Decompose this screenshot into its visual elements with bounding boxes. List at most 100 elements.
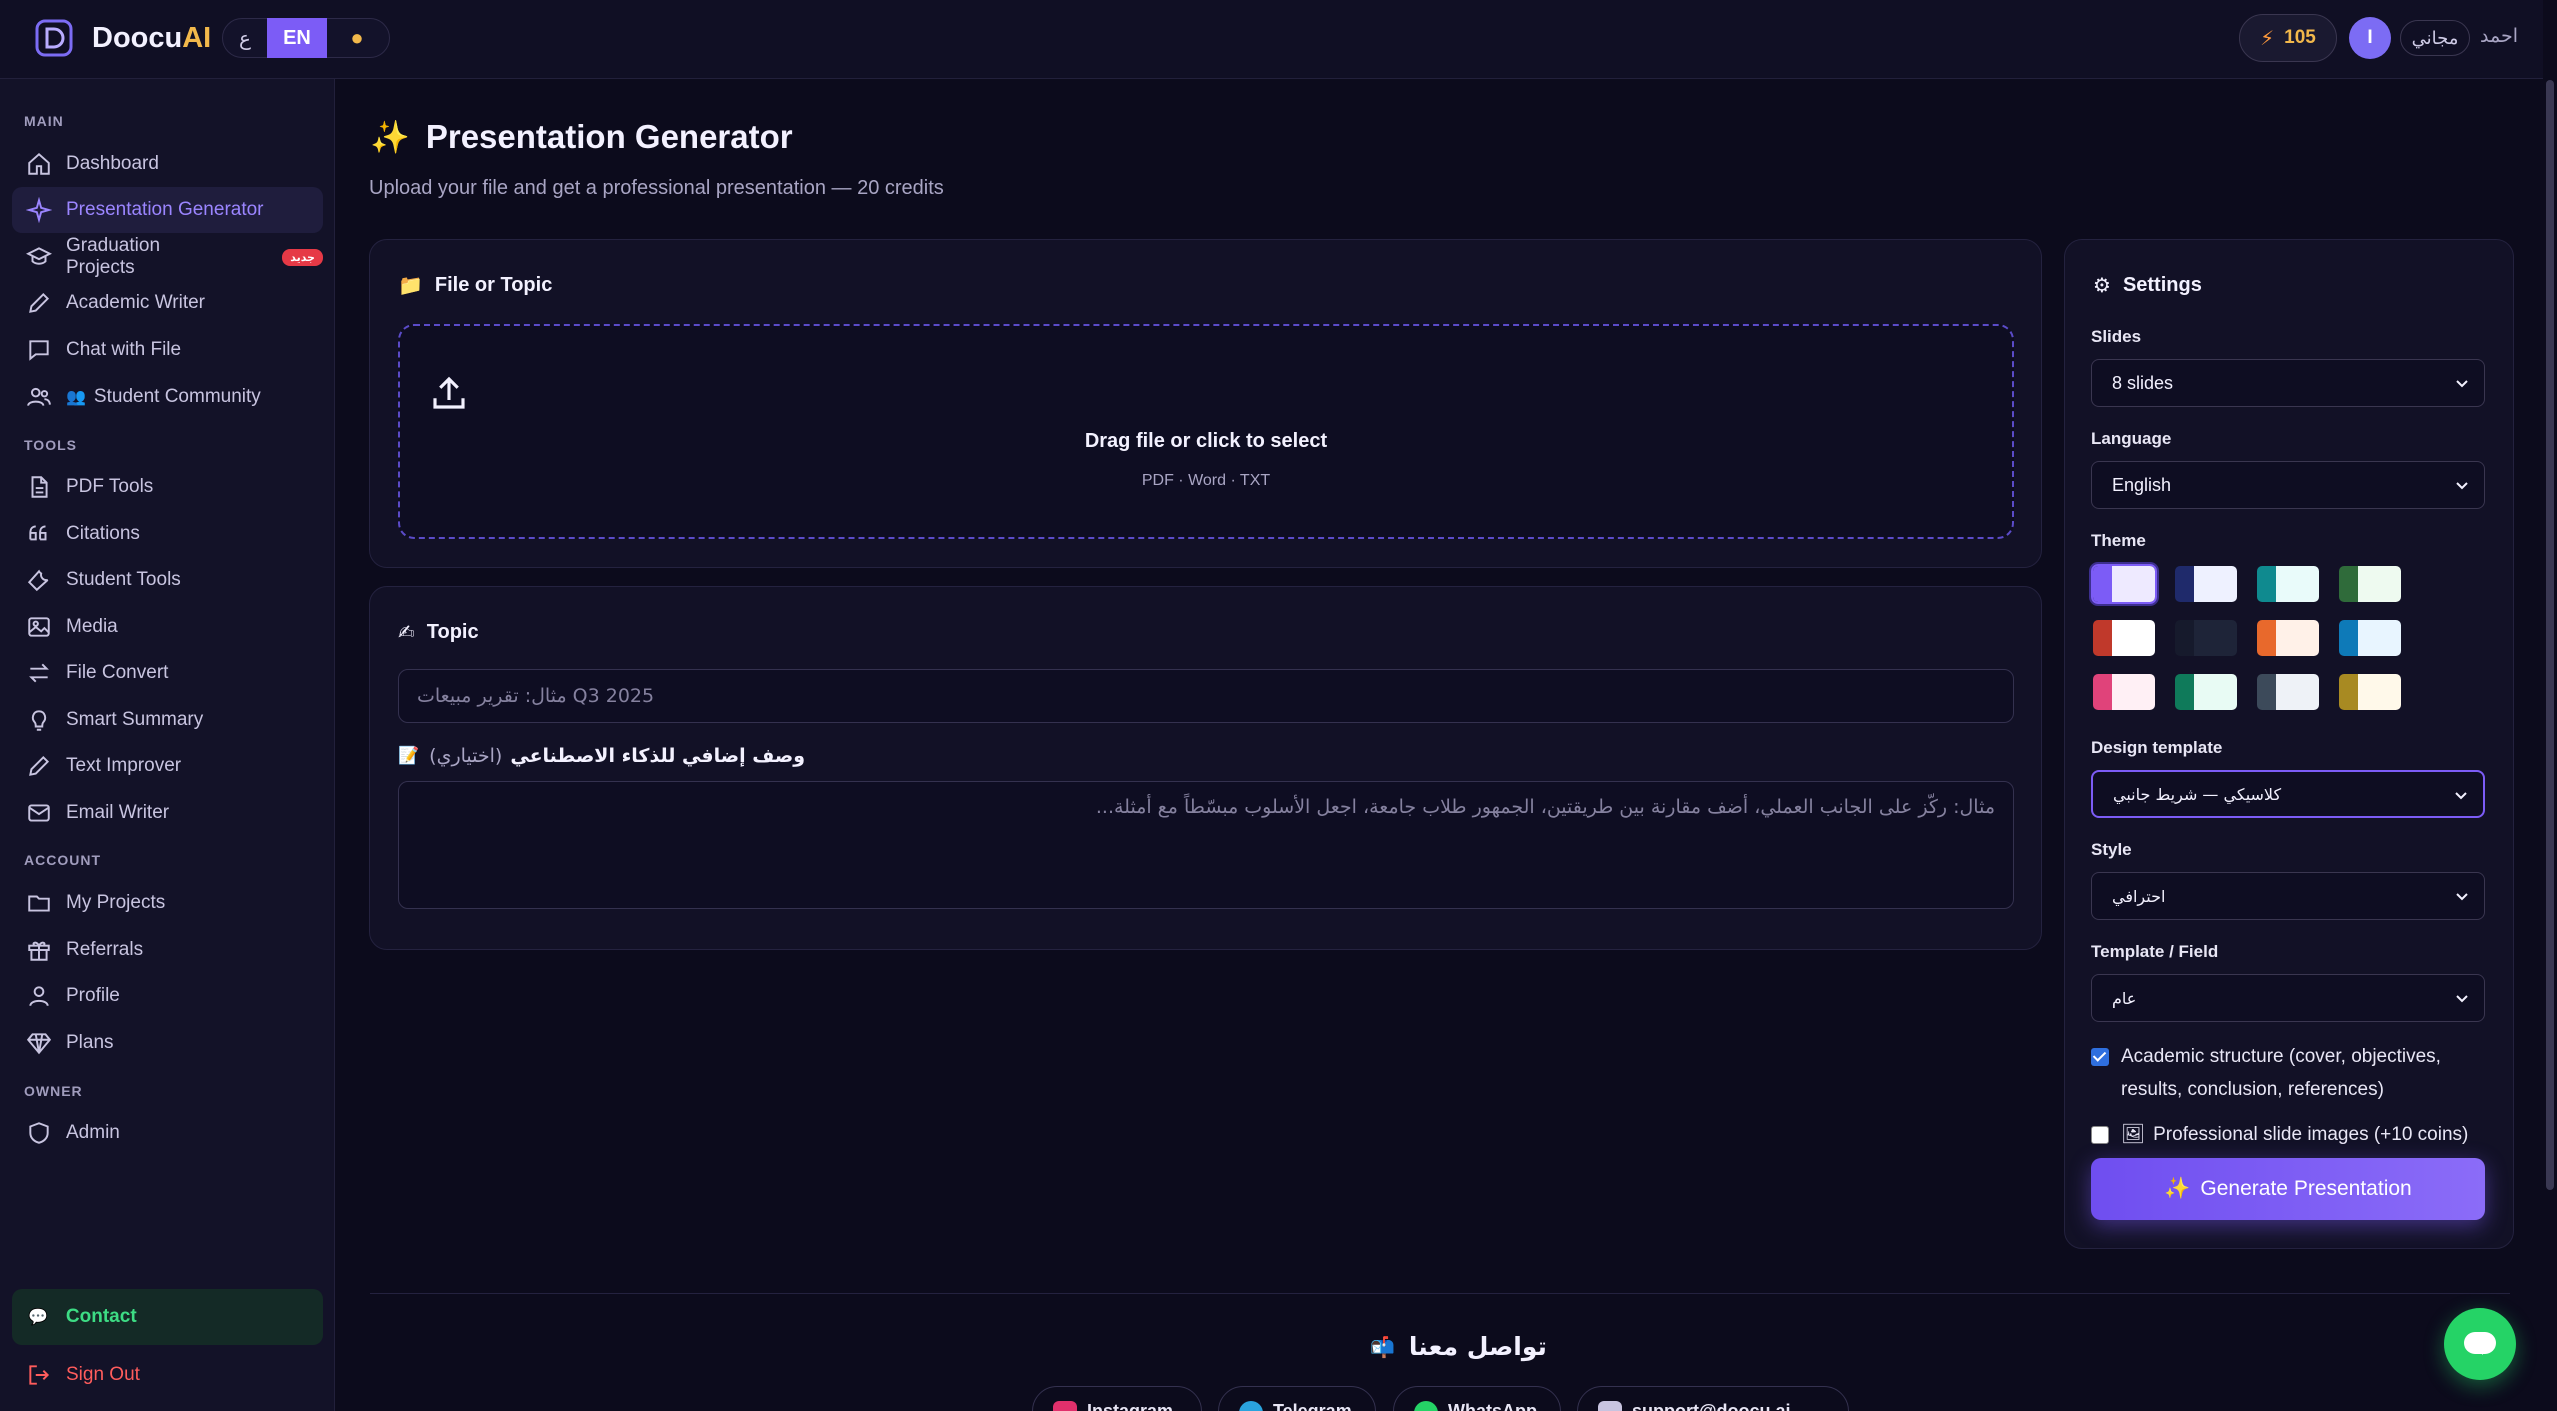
sidebar-section-main: MAIN [24, 113, 64, 129]
sign-out-label: Sign Out [66, 1364, 140, 1385]
academic-structure-option[interactable]: Academic structure (cover, objectives, r… [2091, 1040, 2491, 1106]
theme-swatch[interactable] [2255, 618, 2321, 658]
picture-icon: 🖼 [2121, 1124, 2146, 1145]
theme-swatch[interactable] [2255, 672, 2321, 712]
brand[interactable]: DoocuAI [34, 18, 211, 58]
plan-badge: مجاني [2400, 20, 2470, 56]
sidebar-item-profile[interactable]: Profile [12, 973, 323, 1019]
slides-label: Slides [2091, 327, 2142, 346]
social-email-link[interactable]: support@doocu.ai [1577, 1386, 1849, 1411]
settings-card: ⚙ Settings Slides 8 slides Language Engl… [2064, 239, 2514, 1249]
theme-swatch[interactable] [2091, 564, 2157, 604]
social-telegram-link[interactable]: Telegram [1218, 1386, 1376, 1411]
sidebar-item-label: Chat with File [66, 339, 182, 360]
sidebar-item-label: Academic Writer [66, 292, 206, 313]
language-label: Language [2091, 429, 2172, 448]
sidebar-section-owner: OWNER [24, 1083, 83, 1099]
theme-swatch[interactable] [2173, 618, 2239, 658]
contact-button[interactable]: 💬 Contact [12, 1289, 323, 1345]
slide-images-checkbox[interactable] [2091, 1126, 2109, 1144]
topic-card-title: ✍ Topic [398, 621, 479, 644]
theme-swatch[interactable] [2173, 672, 2239, 712]
social-whatsapp-link[interactable]: WhatsApp [1393, 1386, 1561, 1411]
top-bar: DoocuAI ع EN ● ⚡ 105 I مجاني احمد [0, 0, 2557, 79]
dropzone-file-types: PDF · Word · TXT [1141, 472, 1271, 489]
sidebar-item-smart-summary[interactable]: Smart Summary [12, 697, 323, 743]
sidebar-item-email-writer[interactable]: Email Writer [12, 790, 323, 836]
sidebar-item-label: My Projects [66, 892, 166, 913]
sidebar-item-pdf-tools[interactable]: PDF Tools [12, 464, 323, 510]
sidebar-item-file-convert[interactable]: File Convert [12, 650, 323, 696]
telegram-icon [1239, 1401, 1263, 1411]
generate-presentation-button[interactable]: ✨ Generate Presentation [2091, 1158, 2485, 1220]
template-field-select[interactable]: عام [2091, 974, 2485, 1022]
theme-swatch[interactable] [2337, 618, 2403, 658]
lang-en-option[interactable]: EN [267, 18, 327, 58]
language-select[interactable]: English [2091, 461, 2485, 509]
social-instagram-link[interactable]: Instagram [1032, 1386, 1202, 1411]
sidebar-item-chat-with-file[interactable]: Chat with File [12, 327, 323, 373]
user-name[interactable]: احمد [2480, 25, 2518, 48]
theme-swatch[interactable] [2173, 564, 2239, 604]
slides-select[interactable]: 8 slides [2091, 359, 2485, 407]
theme-swatch[interactable] [2091, 618, 2157, 658]
sign-out-button[interactable]: Sign Out [12, 1352, 323, 1398]
academic-structure-checkbox[interactable] [2091, 1048, 2109, 1066]
chevron-down-icon [2456, 995, 2468, 1003]
sidebar-item-student-community[interactable]: 👥 Student Community [12, 374, 323, 420]
sidebar-item-media[interactable]: Media [12, 604, 323, 650]
chevron-down-icon [2456, 380, 2468, 388]
sidebar-item-academic-writer[interactable]: Academic Writer [12, 280, 323, 326]
sidebar-item-graduation-projects[interactable]: Graduation Projects جديد [12, 234, 323, 280]
lang-ar-option[interactable]: ع [223, 26, 267, 51]
sidebar-item-presentation-generator[interactable]: Presentation Generator [12, 187, 323, 233]
file-dropzone[interactable]: Drag file or click to select PDF · Word … [398, 324, 2014, 539]
theme-swatch[interactable] [2337, 672, 2403, 712]
sidebar-item-referrals[interactable]: Referrals [12, 927, 323, 973]
sidebar-item-my-projects[interactable]: My Projects [12, 880, 323, 926]
theme-label: Theme [2091, 531, 2146, 550]
ai-description-label: 📝 (اختياري) وصف إضافي للذكاء الاصطناعي [398, 745, 805, 767]
upload-icon [433, 376, 465, 409]
memo-icon: 📝 [398, 746, 420, 766]
sidebar-item-label: Plans [66, 1032, 114, 1053]
scrollbar-thumb[interactable] [2546, 80, 2554, 1190]
theme-swatch[interactable] [2337, 564, 2403, 604]
lightning-icon: ⚡ [2260, 27, 2275, 50]
slide-images-option[interactable]: 🖼 Professional slide images (+10 coins) [2091, 1118, 2468, 1151]
sparkle-icon [26, 197, 52, 223]
theme-swatch[interactable] [2091, 672, 2157, 712]
sun-icon[interactable]: ● [327, 25, 387, 51]
diamond-icon [26, 1033, 52, 1055]
slides-value: 8 slides [2112, 372, 2174, 393]
topic-input[interactable] [398, 669, 2014, 723]
sidebar-item-text-improver[interactable]: Text Improver [12, 743, 323, 789]
avatar[interactable]: I [2349, 17, 2391, 59]
chevron-down-icon [2456, 482, 2468, 490]
theme-swatch[interactable] [2255, 564, 2321, 604]
swap-arrows-icon [29, 663, 49, 683]
page-title: ✨ Presentation Generator [370, 118, 793, 155]
quote-icon [29, 525, 47, 541]
credits-badge[interactable]: ⚡ 105 [2239, 14, 2337, 62]
sidebar-item-admin[interactable]: Admin [12, 1110, 323, 1156]
ai-description-title: وصف إضافي للذكاء الاصطناعي [510, 745, 806, 767]
document-icon [31, 476, 48, 498]
sidebar-item-dashboard[interactable]: Dashboard [12, 141, 323, 187]
mailbox-icon: 📬 [1370, 1334, 1395, 1359]
chat-support-button[interactable] [2444, 1308, 2516, 1380]
mail-icon [28, 804, 50, 822]
sparkles-icon: ✨ [370, 119, 410, 155]
style-select[interactable]: احترافي [2091, 872, 2485, 920]
sidebar-item-student-tools[interactable]: Student Tools [12, 557, 323, 603]
template-field-value: عام [2112, 988, 2137, 1008]
sidebar-item-label: Text Improver [66, 755, 182, 776]
sidebar-item-plans[interactable]: Plans [12, 1020, 323, 1066]
ai-description-textarea[interactable] [398, 781, 2014, 909]
chevron-down-icon [2456, 893, 2468, 901]
design-template-label: Design template [2091, 738, 2223, 757]
user-icon [29, 986, 49, 1007]
sidebar-item-citations[interactable]: Citations [12, 511, 323, 557]
design-template-select[interactable]: كلاسيكي — شريط جانبي [2091, 770, 2485, 818]
sidebar-item-label: Profile [66, 985, 120, 1006]
